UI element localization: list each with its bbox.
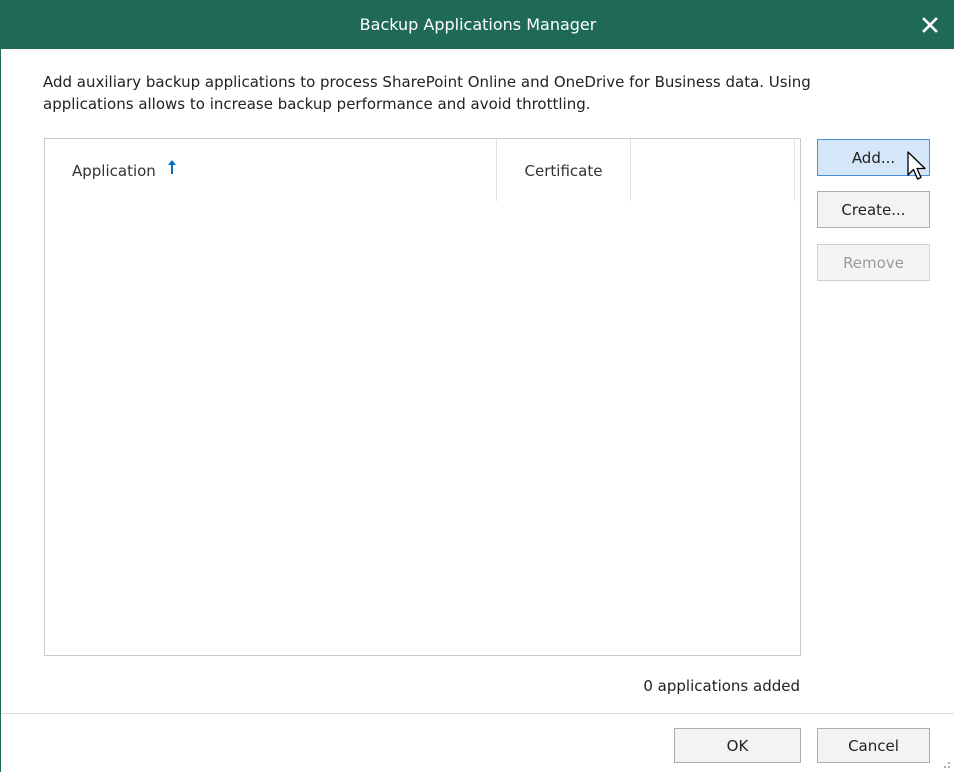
footer-divider (1, 713, 954, 714)
close-icon (922, 17, 938, 33)
applications-count: 0 applications added (643, 677, 800, 695)
column-header-application[interactable]: Application (72, 139, 496, 201)
resize-grip-icon[interactable] (941, 759, 951, 769)
backup-applications-manager-dialog: Backup Applications Manager Add auxiliar… (0, 0, 954, 772)
column-header-certificate[interactable]: Certificate (497, 139, 630, 201)
column-header-empty[interactable] (631, 139, 794, 201)
column-header-certificate-label: Certificate (524, 162, 603, 180)
add-button[interactable]: Add... (817, 139, 930, 176)
cancel-button[interactable]: Cancel (817, 728, 930, 763)
sort-ascending-arrow-icon (167, 138, 177, 202)
dialog-title: Backup Applications Manager (359, 15, 597, 34)
close-button[interactable] (915, 10, 945, 40)
remove-button[interactable]: Remove (817, 244, 930, 281)
applications-list[interactable]: Application Certificate (44, 138, 801, 656)
column-divider[interactable] (794, 139, 795, 201)
ok-button[interactable]: OK (674, 728, 801, 763)
description-text: Add auxiliary backup applications to pro… (43, 73, 811, 113)
create-button[interactable]: Create... (817, 191, 930, 228)
title-bar[interactable]: Backup Applications Manager (1, 0, 954, 49)
column-header-application-label: Application (72, 162, 156, 180)
